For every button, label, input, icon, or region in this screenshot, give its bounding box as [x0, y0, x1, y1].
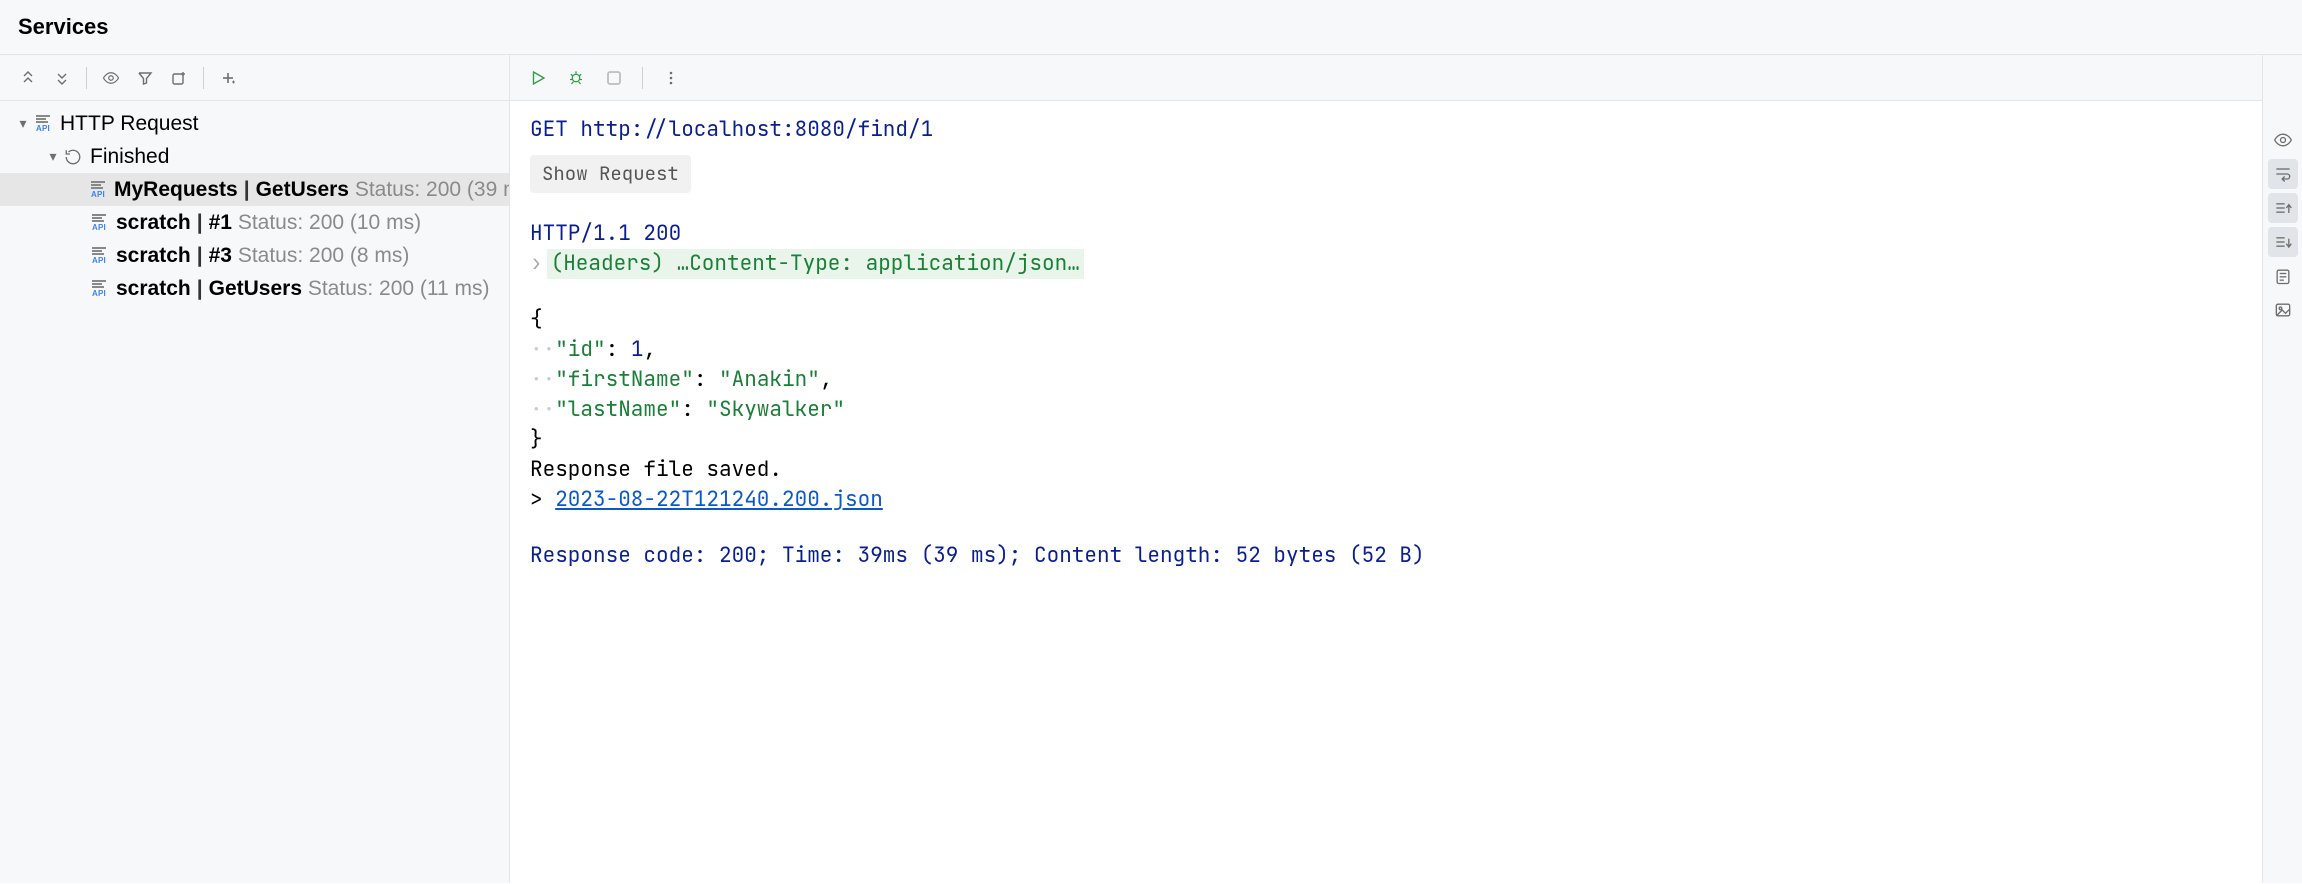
collapse-all-icon[interactable]	[48, 64, 76, 92]
response-saved-message: Response file saved.	[530, 455, 2242, 485]
api-icon: API	[88, 247, 110, 265]
add-icon[interactable]	[214, 64, 242, 92]
show-request-button[interactable]: Show Request	[530, 155, 691, 193]
filter-icon[interactable]	[131, 64, 159, 92]
saved-file-link[interactable]: 2023-08-22T121240.200.json	[555, 486, 883, 513]
tree-node-label: HTTP Request	[60, 112, 199, 136]
chevron-down-icon[interactable]: ▾	[44, 148, 62, 165]
api-icon: API	[88, 214, 110, 232]
tree-node-http-request[interactable]: ▾ API HTTP Request	[0, 107, 509, 140]
debug-icon[interactable]	[562, 64, 590, 92]
tree-item-label: scratch|#3 Status: 200 (8 ms)	[116, 244, 409, 268]
headers-folded-line[interactable]: ›(Headers) …Content-Type: application/js…	[530, 249, 2242, 279]
services-left-toolbar	[0, 55, 509, 101]
tree-request-item[interactable]: API scratch|#3 Status: 200 (8 ms)	[0, 239, 509, 272]
tree-item-label: scratch|GetUsers Status: 200 (11 ms)	[116, 277, 490, 301]
response-status-line: HTTP/1.1 200	[530, 219, 2242, 249]
response-saved-file: > 2023-08-22T121240.200.json	[530, 485, 2242, 515]
open-new-tab-icon[interactable]	[165, 64, 193, 92]
response-summary: Response code: 200; Time: 39ms (39 ms); …	[530, 541, 2242, 571]
tree-request-item[interactable]: API scratch|#1 Status: 200 (10 ms)	[0, 206, 509, 239]
toolbar-separator	[86, 67, 87, 89]
response-viewer[interactable]: GET http://localhost:8080/find/1 Show Re…	[510, 101, 2262, 883]
tree-item-label: MyRequests|GetUsers Status: 200 (39 ms)	[114, 178, 509, 202]
json-line: ··"firstName": "Anakin",	[530, 365, 2242, 395]
chevron-down-icon[interactable]: ▾	[14, 115, 32, 132]
response-toolbar	[510, 55, 2262, 101]
json-line: ··"id": 1,	[530, 335, 2242, 365]
request-line: GET http://localhost:8080/find/1	[530, 115, 2242, 145]
toolbar-separator	[203, 67, 204, 89]
headers-folded-text: (Headers) …Content-Type: application/jso…	[547, 249, 1084, 279]
image-view-icon[interactable]	[2268, 295, 2298, 325]
json-line: ··"lastName": "Skywalker"	[530, 395, 2242, 425]
tree-request-item[interactable]: API scratch|GetUsers Status: 200 (11 ms)	[0, 272, 509, 305]
show-hide-icon[interactable]	[97, 64, 125, 92]
scroll-to-top-icon[interactable]	[2268, 193, 2298, 223]
tree-item-label: scratch|#1 Status: 200 (10 ms)	[116, 211, 421, 235]
scroll-to-bottom-icon[interactable]	[2268, 227, 2298, 257]
run-icon[interactable]	[524, 64, 552, 92]
services-tree[interactable]: ▾ API HTTP Request ▾ Finished APIMyReque…	[0, 101, 509, 883]
json-close-brace: }	[530, 425, 2242, 455]
api-icon: API	[32, 115, 54, 133]
services-left-pane: ▾ API HTTP Request ▾ Finished APIMyReque…	[0, 55, 510, 883]
services-layout: ▾ API HTTP Request ▾ Finished APIMyReque…	[0, 55, 2302, 883]
expand-all-icon[interactable]	[14, 64, 42, 92]
api-icon: API	[88, 181, 108, 199]
fold-chevron-icon[interactable]: ›	[530, 250, 543, 277]
response-main: GET http://localhost:8080/find/1 Show Re…	[510, 55, 2262, 883]
tree-request-item[interactable]: API MyRequests|GetUsers Status: 200 (39 m…	[0, 173, 509, 206]
panel-title: Services	[0, 0, 2302, 55]
tree-node-finished[interactable]: ▾ Finished	[0, 140, 509, 173]
response-side-tabs	[2262, 55, 2302, 883]
preview-icon[interactable]	[2268, 125, 2298, 155]
stop-icon[interactable]	[600, 64, 628, 92]
soft-wrap-icon[interactable]	[2268, 159, 2298, 189]
copy-icon[interactable]	[2268, 261, 2298, 291]
services-right-pane: GET http://localhost:8080/find/1 Show Re…	[510, 55, 2302, 883]
more-icon[interactable]	[657, 64, 685, 92]
toolbar-separator	[642, 67, 643, 89]
tree-node-label: Finished	[90, 145, 169, 169]
json-open-brace: {	[530, 305, 2242, 335]
api-icon: API	[88, 280, 110, 298]
refresh-icon	[62, 148, 84, 166]
